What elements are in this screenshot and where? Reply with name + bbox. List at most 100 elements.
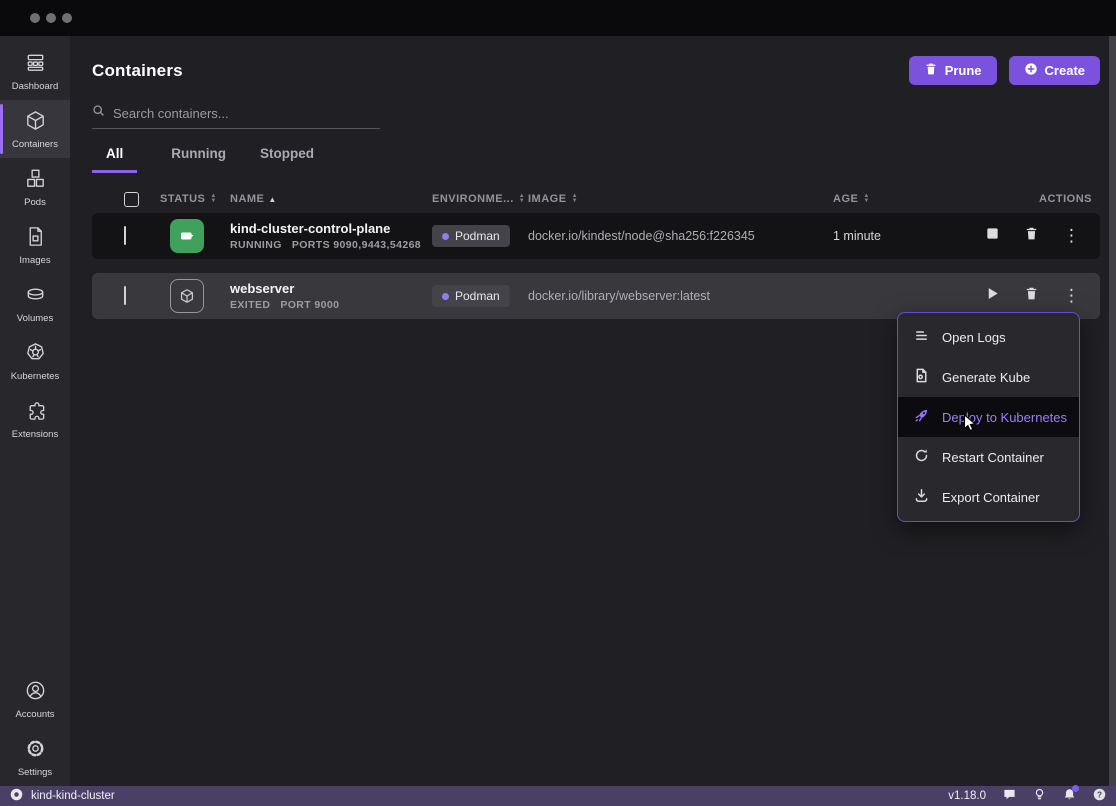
tab-bar: All Running Stopped	[92, 146, 1100, 173]
menu-item-export-container[interactable]: Export Container	[898, 477, 1079, 517]
sort-icon: ▲▼	[210, 194, 216, 204]
kubernetes-icon	[24, 341, 47, 367]
container-ports: PORT 9000	[280, 299, 339, 311]
mouse-cursor	[963, 414, 978, 438]
container-name[interactable]: kind-cluster-control-plane	[230, 221, 432, 236]
sidebar-item-dashboard[interactable]: Dashboard	[0, 42, 70, 100]
notifications-bell-icon[interactable]	[1063, 788, 1076, 804]
container-image: docker.io/kindest/node@sha256:f226345	[528, 229, 833, 243]
restart-icon	[914, 448, 929, 466]
settings-icon	[24, 737, 47, 763]
menu-item-generate-kube[interactable]: Generate Kube	[898, 357, 1079, 397]
sidebar-item-images[interactable]: Images	[0, 216, 70, 274]
sidebar-item-pods[interactable]: Pods	[0, 158, 70, 216]
menu-item-restart-container[interactable]: Restart Container	[898, 437, 1079, 477]
sidebar-item-extensions[interactable]: Extensions	[0, 390, 70, 448]
sidebar-label: Accounts	[15, 709, 54, 720]
select-all-checkbox[interactable]	[124, 192, 139, 207]
container-age: 1 minute	[833, 229, 972, 243]
search-input[interactable]	[113, 106, 363, 121]
sidebar: Dashboard Containers Pods Images Volumes…	[0, 36, 70, 786]
sort-asc-icon: ▲	[268, 195, 276, 204]
cluster-icon	[10, 788, 23, 804]
rocket-icon	[914, 408, 929, 426]
delete-button[interactable]	[1024, 286, 1039, 306]
sidebar-label: Settings	[18, 767, 52, 778]
window-minimize-icon[interactable]	[46, 13, 56, 23]
sidebar-item-settings[interactable]: Settings	[0, 728, 70, 786]
start-button[interactable]	[985, 286, 1000, 306]
help-icon[interactable]: ?	[1093, 788, 1106, 804]
stop-button[interactable]	[985, 226, 1000, 246]
podman-dot-icon	[442, 233, 449, 240]
column-header-name[interactable]: NAME ▲	[230, 193, 432, 205]
table-header: STATUS ▲▼ NAME ▲ ENVIRONME... ▲▼ IMAGE ▲…	[92, 185, 1100, 213]
export-icon	[914, 488, 929, 506]
kube-context-selector[interactable]: kind-kind-cluster	[10, 788, 115, 804]
plus-circle-icon	[1024, 62, 1038, 79]
column-header-environment[interactable]: ENVIRONME... ▲▼	[432, 193, 528, 205]
sidebar-label: Pods	[24, 197, 46, 208]
sidebar-label: Kubernetes	[11, 371, 60, 382]
statusbar: kind-kind-cluster v1.18.0 ?	[0, 786, 1116, 806]
sort-icon: ▲▼	[572, 194, 578, 204]
column-header-image[interactable]: IMAGE ▲▼	[528, 193, 833, 205]
sidebar-item-containers[interactable]: Containers	[0, 100, 70, 158]
container-name[interactable]: webserver	[230, 281, 432, 296]
page-title: Containers	[92, 61, 183, 81]
svg-text:?: ?	[1097, 790, 1102, 799]
sidebar-label: Dashboard	[12, 81, 58, 92]
tab-running[interactable]: Running	[171, 146, 226, 173]
container-image: docker.io/library/webserver:latest	[528, 289, 833, 303]
menu-item-open-logs[interactable]: Open Logs	[898, 317, 1079, 357]
scrollbar-track[interactable]	[1109, 36, 1116, 786]
menu-item-deploy-to-kubernetes[interactable]: Deploy to Kubernetes	[898, 397, 1079, 437]
container-context-menu: Open Logs Generate Kube Deploy to Kubern…	[897, 312, 1080, 522]
extensions-icon	[24, 399, 47, 425]
column-header-age[interactable]: AGE ▲▼	[833, 193, 972, 205]
accounts-icon	[24, 679, 47, 705]
sort-icon: ▲▼	[519, 194, 525, 204]
logs-icon	[914, 328, 929, 346]
prune-button[interactable]: Prune	[909, 56, 997, 85]
sidebar-item-accounts[interactable]: Accounts	[0, 670, 70, 728]
row-checkbox[interactable]	[124, 226, 126, 245]
container-state: RUNNING	[230, 239, 282, 251]
kube-file-icon	[914, 368, 929, 386]
delete-button[interactable]	[1024, 226, 1039, 246]
sidebar-label: Containers	[12, 139, 58, 150]
notification-dot	[1072, 785, 1079, 792]
column-header-actions: ACTIONS	[972, 193, 1100, 205]
trash-icon	[924, 62, 938, 79]
sidebar-label: Extensions	[12, 429, 58, 440]
version-label: v1.18.0	[948, 790, 986, 802]
window-zoom-icon[interactable]	[62, 13, 72, 23]
container-state: EXITED	[230, 299, 270, 311]
search-bar[interactable]	[92, 104, 380, 129]
create-button[interactable]: Create	[1009, 56, 1100, 85]
tab-all[interactable]: All	[92, 146, 137, 173]
containers-icon	[24, 109, 47, 135]
sidebar-label: Volumes	[17, 313, 53, 324]
window-controls[interactable]	[30, 13, 72, 23]
more-actions-button[interactable]: ⋮	[1063, 289, 1080, 304]
row-checkbox[interactable]	[124, 286, 126, 305]
table-row[interactable]: kind-cluster-control-plane RUNNING PORTS…	[92, 213, 1100, 259]
more-actions-button[interactable]: ⋮	[1063, 229, 1080, 244]
titlebar	[0, 0, 1116, 36]
app-window: Dashboard Containers Pods Images Volumes…	[0, 0, 1116, 806]
podman-dot-icon	[442, 293, 449, 300]
lightbulb-icon[interactable]	[1033, 788, 1046, 804]
pods-icon	[24, 167, 47, 193]
feedback-icon[interactable]	[1003, 788, 1016, 804]
sidebar-item-volumes[interactable]: Volumes	[0, 274, 70, 332]
tab-stopped[interactable]: Stopped	[260, 146, 314, 173]
column-header-status[interactable]: STATUS ▲▼	[160, 193, 230, 205]
dashboard-icon	[24, 51, 47, 77]
window-close-icon[interactable]	[30, 13, 40, 23]
volumes-icon	[24, 283, 47, 309]
container-status-running-icon	[170, 219, 204, 253]
sort-icon: ▲▼	[863, 194, 869, 204]
images-icon	[24, 225, 47, 251]
sidebar-item-kubernetes[interactable]: Kubernetes	[0, 332, 70, 390]
